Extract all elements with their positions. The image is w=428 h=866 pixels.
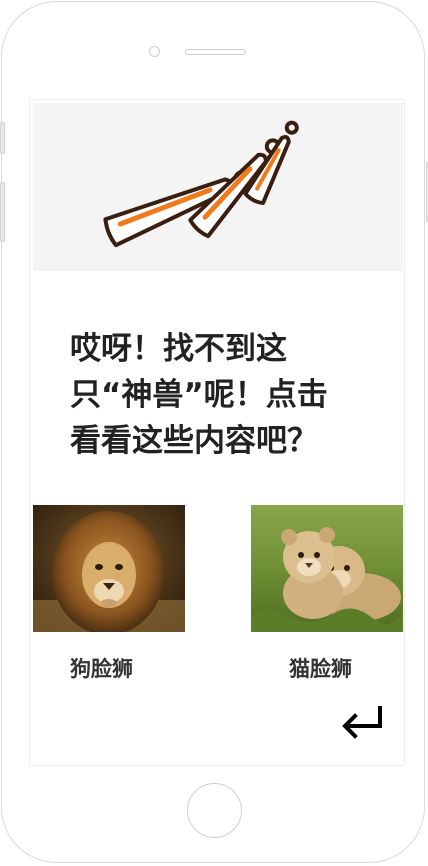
card-label: 猫脸狮 [289, 657, 352, 681]
phone-frame: 哎呀！找不到这 只“神兽”呢！点击 看看这些内容吧？ 狗脸狮 猫脸狮 [0, 1, 428, 863]
card-label: 狗脸狮 [70, 657, 133, 681]
exclamation-marks-illustration-icon [103, 120, 299, 248]
recommendation-card-cat-face-lion[interactable]: 猫脸狮 [251, 505, 403, 687]
return-arrow-icon [342, 706, 382, 739]
message-line-1: 哎呀！找不到这 [70, 331, 287, 367]
home-button[interactable] [187, 783, 242, 838]
volume-buttons [0, 182, 5, 242]
earpiece-speaker [185, 49, 246, 55]
mute-switch [0, 122, 5, 154]
back-button[interactable] [340, 704, 386, 742]
not-found-message: 哎呀！找不到这 只“神兽”呢！点击 看看这些内容吧？ [70, 326, 370, 464]
lion-cubs-photo-icon [251, 505, 403, 632]
message-line-3: 看看这些内容吧？ [70, 423, 318, 459]
message-line-2: 只“神兽”呢！点击 [70, 377, 328, 413]
lion-photo-icon [33, 505, 185, 632]
front-camera [149, 46, 160, 57]
error-banner [33, 103, 403, 271]
recommendation-card-dog-face-lion[interactable]: 狗脸狮 [33, 505, 185, 687]
screen: 哎呀！找不到这 只“神兽”呢！点击 看看这些内容吧？ 狗脸狮 猫脸狮 [29, 99, 405, 766]
